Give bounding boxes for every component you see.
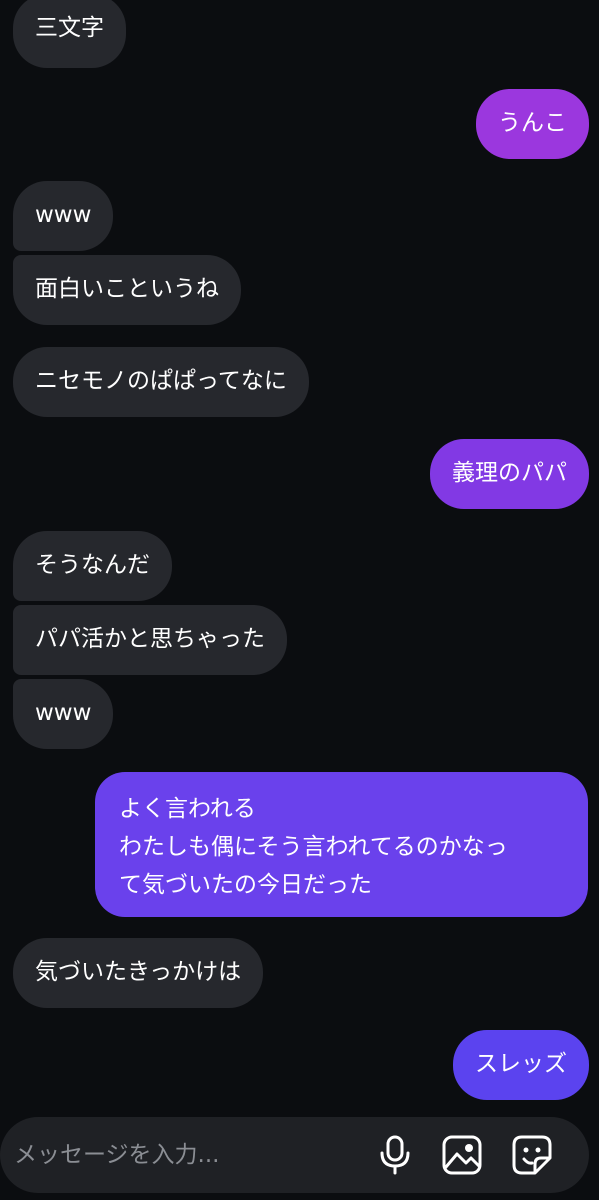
message-bubble-incoming[interactable]: 三文字 [13, 0, 126, 68]
message-text: 義理のパパ [452, 460, 567, 486]
message-input[interactable]: メッセージを入力... [14, 1135, 344, 1175]
message-text: www [35, 700, 92, 726]
microphone-icon[interactable] [373, 1133, 417, 1177]
message-bubble-incoming[interactable]: 面白いこというね [13, 255, 241, 325]
message-text: 三文字 [35, 15, 104, 41]
message-bubble-outgoing[interactable]: スレッズ [453, 1030, 589, 1100]
message-text: そうなんだ [35, 552, 150, 578]
message-text: スレッズ [475, 1051, 567, 1077]
message-bubble-incoming[interactable]: 気づいたきっかけは [13, 938, 264, 1008]
message-bubble-outgoing[interactable]: よく言われる わたしも偶にそう言われてるのかなっ て気づいたの今日だった [95, 772, 588, 917]
message-text: ニセモノのぱぱってなに [35, 368, 287, 394]
message-bubble-incoming[interactable]: パパ活かと思ちゃった [13, 605, 287, 675]
message-bubble-outgoing[interactable]: 義理のパパ [430, 439, 589, 509]
message-text: うんこ [498, 110, 567, 136]
message-bubble-outgoing[interactable]: うんこ [476, 89, 589, 159]
message-composer: メッセージを入力... [0, 1117, 589, 1193]
message-text: 気づいたきっかけは [35, 959, 242, 985]
message-line: わたしも偶にそう言われてるのかなっ [119, 834, 508, 860]
message-bubble-incoming[interactable]: ニセモノのぱぱってなに [13, 347, 309, 417]
sticker-icon[interactable] [510, 1133, 554, 1177]
message-line: よく言われる [119, 796, 256, 822]
message-bubble-incoming[interactable]: www [13, 181, 114, 251]
message-bubble-incoming[interactable]: www [13, 679, 114, 749]
message-line: て気づいたの今日だった [119, 872, 372, 898]
message-text: 面白いこというね [35, 276, 219, 302]
image-icon[interactable] [440, 1133, 484, 1177]
message-text: パパ活かと思ちゃった [35, 626, 265, 652]
message-bubble-incoming[interactable]: そうなんだ [13, 531, 172, 601]
message-text: www [35, 202, 92, 228]
